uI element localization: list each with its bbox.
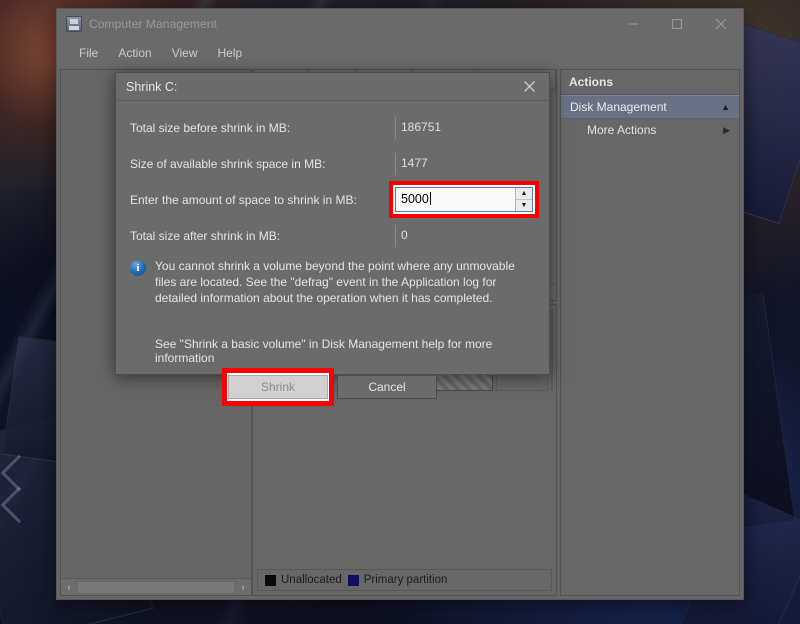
desktop-background: Computer Management File Action View Hel… <box>0 0 800 624</box>
field-total-size-before: Total size before shrink in MB: 186751 <box>126 114 533 141</box>
actions-item-disk-management[interactable]: Disk Management ▲ <box>561 95 739 119</box>
shrink-amount-input[interactable]: 5000 <box>396 188 515 211</box>
shrink-volume-dialog: Shrink C: Total size before shrink in MB… <box>115 72 550 406</box>
scrollbar-thumb[interactable] <box>77 580 235 594</box>
menu-action[interactable]: Action <box>108 43 161 63</box>
field-value-readonly: 186751 <box>395 116 533 139</box>
shrink-amount-control: 5000 ▲ ▼ <box>389 181 539 218</box>
legend-label-unallocated: Unallocated <box>281 574 342 586</box>
field-label: Total size after shrink in MB: <box>130 228 281 243</box>
partition-4[interactable]: 45.03 GB Unalloc <box>551 309 553 391</box>
actions-item-label: Disk Management <box>570 100 667 114</box>
close-button[interactable] <box>699 9 743 39</box>
dialog-info-text: You cannot shrink a volume beyond the po… <box>155 259 515 305</box>
actions-item-more-actions[interactable]: More Actions ▶ <box>561 119 739 141</box>
computer-management-icon <box>66 16 82 32</box>
info-icon: i <box>130 260 146 276</box>
scroll-right-icon[interactable]: › <box>235 580 251 595</box>
dialog-title: Shrink C: <box>126 79 178 94</box>
legend-item-primary: Primary partition <box>347 574 448 586</box>
menu-file[interactable]: File <box>69 43 108 63</box>
text-caret <box>429 192 431 205</box>
scroll-left-icon[interactable]: ‹ <box>61 580 77 595</box>
chevron-right-icon[interactable]: ▶ <box>723 125 730 135</box>
legend-swatch-primary <box>347 574 359 586</box>
dialog-titlebar: Shrink C: <box>116 73 549 101</box>
field-label: Total size before shrink in MB: <box>130 120 291 135</box>
field-amount-to-shrink: Enter the amount of space to shrink in M… <box>126 181 539 218</box>
window-titlebar: Computer Management <box>57 9 743 39</box>
field-label: Size of available shrink space in MB: <box>130 156 326 171</box>
cancel-button[interactable]: Cancel <box>337 375 437 399</box>
shrink-amount-spinner[interactable]: 5000 ▲ ▼ <box>395 187 533 212</box>
shrink-button[interactable]: Shrink <box>228 375 328 399</box>
maximize-button[interactable] <box>655 9 699 39</box>
actions-item-label: More Actions <box>587 123 657 137</box>
chevron-up-icon[interactable]: ▲ <box>721 102 730 112</box>
legend-item-unallocated: Unallocated <box>265 574 342 586</box>
legend-swatch-unallocated <box>265 574 276 586</box>
spinner-up-icon[interactable]: ▲ <box>516 188 532 200</box>
actions-panel: Actions Disk Management ▲ More Actions ▶ <box>560 69 740 596</box>
field-label: Enter the amount of space to shrink in M… <box>130 192 357 207</box>
dialog-info-block: i You cannot shrink a volume beyond the … <box>126 258 533 306</box>
field-value-readonly: 0 <box>395 224 533 247</box>
window-title: Computer Management <box>89 17 217 31</box>
partition-info: 45.03 GB Unalloc <box>552 319 553 390</box>
spinner-buttons: ▲ ▼ <box>515 188 532 211</box>
minimize-button[interactable] <box>611 9 655 39</box>
shrink-button-container: Shrink <box>222 368 334 406</box>
window-controls <box>611 9 743 39</box>
field-value-readonly: 1477 <box>395 152 533 175</box>
actions-panel-title: Actions <box>561 70 739 95</box>
shrink-amount-value: 5000 <box>401 192 429 206</box>
spinner-down-icon[interactable]: ▼ <box>516 199 532 211</box>
tree-horizontal-scrollbar[interactable]: ‹ › <box>61 578 251 595</box>
disk-legend: Unallocated Primary partition <box>257 569 552 591</box>
dialog-body: Total size before shrink in MB: 186751 S… <box>116 101 549 365</box>
disk-empty-space <box>253 391 556 569</box>
dialog-help-text: See "Shrink a basic volume" in Disk Mana… <box>155 337 493 365</box>
menu-help[interactable]: Help <box>208 43 253 63</box>
menu-view[interactable]: View <box>162 43 208 63</box>
dialog-footer: Shrink Cancel <box>116 365 549 415</box>
field-total-size-after: Total size after shrink in MB: 0 <box>126 222 533 249</box>
field-available-shrink-space: Size of available shrink space in MB: 14… <box>126 150 533 177</box>
legend-label-primary: Primary partition <box>363 574 448 586</box>
dialog-close-button[interactable] <box>509 73 549 100</box>
menubar: File Action View Help <box>57 39 743 66</box>
computer-management-window: Computer Management File Action View Hel… <box>56 8 744 600</box>
